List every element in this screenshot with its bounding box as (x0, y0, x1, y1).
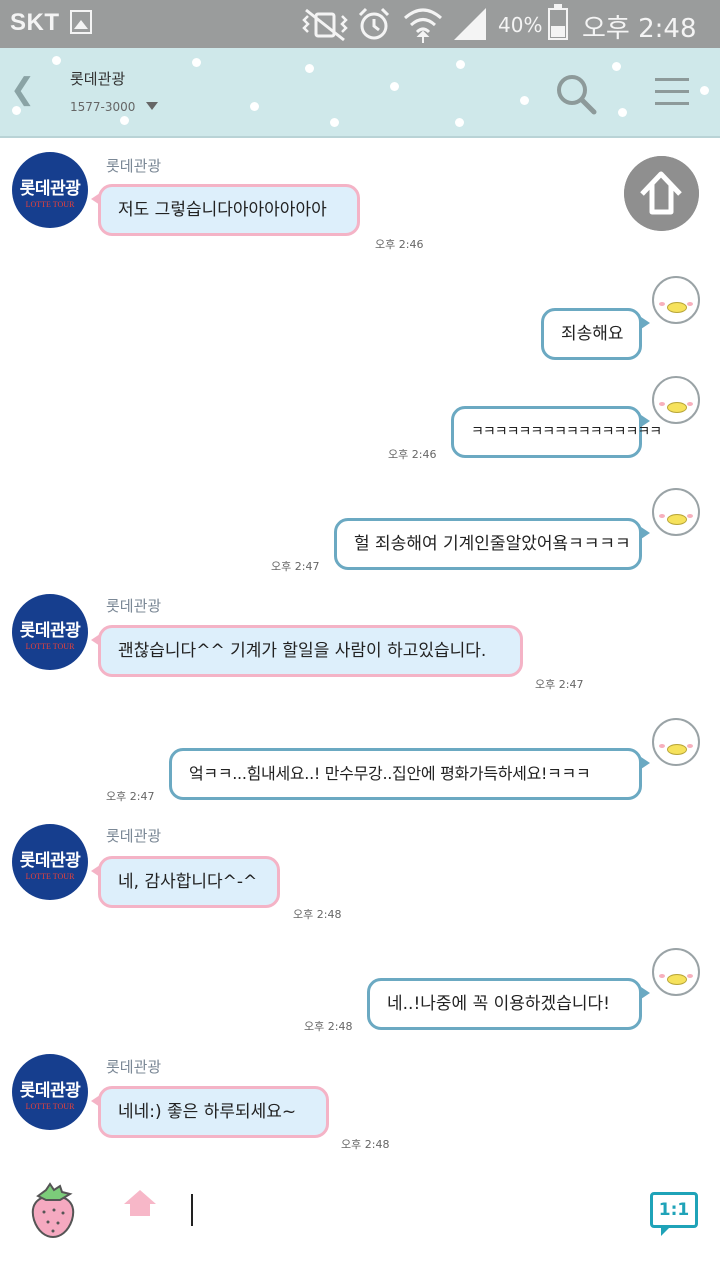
search-icon[interactable] (554, 72, 598, 116)
arrow-up-icon[interactable] (624, 156, 699, 231)
message-time: 오후 2:47 (535, 678, 584, 691)
message-bubble-outgoing[interactable]: 엌ㅋㅋ...힘내세요..! 만수무강..집안에 평화가득하세요!ㅋㅋㅋ (169, 748, 650, 800)
message-time: 오후 2:47 (271, 560, 320, 573)
chevron-down-icon[interactable] (146, 102, 158, 110)
message-bubble-outgoing[interactable]: 죄송해요 (541, 308, 650, 360)
my-avatar (652, 276, 700, 324)
alarm-icon (358, 7, 390, 40)
chat-phone: 1577-3000 (70, 100, 136, 114)
my-avatar (652, 948, 700, 996)
signal-icon (454, 8, 486, 40)
sender-name: 롯데관광 (106, 157, 162, 175)
message-bubble-outgoing[interactable]: 헐 죄송해여 기계인줄알았어욬ㅋㅋㅋㅋ (334, 518, 650, 570)
back-icon[interactable]: ❮ (10, 72, 35, 107)
one-to-one-chat-button[interactable]: 1:1 (650, 1192, 698, 1236)
strawberry-icon[interactable] (30, 1182, 76, 1238)
gallery-notification-icon (70, 10, 92, 34)
message-bubble-incoming[interactable]: 네네:) 좋은 하루되세요~ (91, 1086, 329, 1138)
menu-icon[interactable] (655, 78, 689, 114)
avatar[interactable]: 롯데관광 LOTTE TOUR (12, 594, 88, 670)
sender-name: 롯데관광 (106, 597, 162, 615)
message-time: 오후 2:47 (106, 790, 155, 803)
avatar[interactable]: 롯데관광 LOTTE TOUR (12, 1054, 88, 1130)
message-time: 오후 2:48 (293, 908, 342, 921)
sender-name: 롯데관광 (106, 827, 162, 845)
message-bubble-outgoing[interactable]: 네..!나중에 꼭 이용하겠습니다! (367, 978, 650, 1030)
status-time: 오후 2:48 (582, 14, 697, 44)
input-bar: 1:1 (0, 1168, 720, 1280)
sender-name: 롯데관광 (106, 1058, 162, 1076)
message-bubble-outgoing[interactable]: ㅋㅋㅋㅋㅋㅋㅋㅋㅋㅋㅋㅋㅋㅋㅋㅋ (451, 406, 662, 458)
message-time: 오후 2:48 (341, 1138, 390, 1151)
message-bubble-incoming[interactable]: 네, 감사합니다^-^ (91, 856, 280, 908)
message-bubble-incoming[interactable]: 괜찮습니다^^ 기계가 할일을 사람이 하고있습니다. (91, 625, 523, 677)
my-avatar (652, 718, 700, 766)
my-avatar (652, 488, 700, 536)
status-bar: SKT 40% 오후 2:48 (0, 0, 720, 48)
home-icon[interactable] (122, 1188, 158, 1218)
message-bubble-incoming[interactable]: 저도 그렇습니다아아아아아아 (91, 184, 360, 236)
message-time: 오후 2:46 (388, 448, 437, 461)
avatar[interactable]: 롯데관광 LOTTE TOUR (12, 152, 88, 228)
chat-title: 롯데관광 (70, 70, 126, 88)
message-time: 오후 2:48 (304, 1020, 353, 1033)
vibrate-mute-icon (302, 8, 348, 42)
message-input-cursor[interactable] (191, 1194, 193, 1226)
avatar[interactable]: 롯데관광 LOTTE TOUR (12, 824, 88, 900)
carrier-label: SKT (10, 9, 60, 36)
message-time: 오후 2:46 (375, 238, 424, 251)
chat-header: ❮ 롯데관광 1577-3000 (0, 48, 720, 138)
battery-icon (548, 4, 568, 40)
battery-percent: 40% (498, 13, 543, 37)
wifi-icon (404, 8, 442, 43)
